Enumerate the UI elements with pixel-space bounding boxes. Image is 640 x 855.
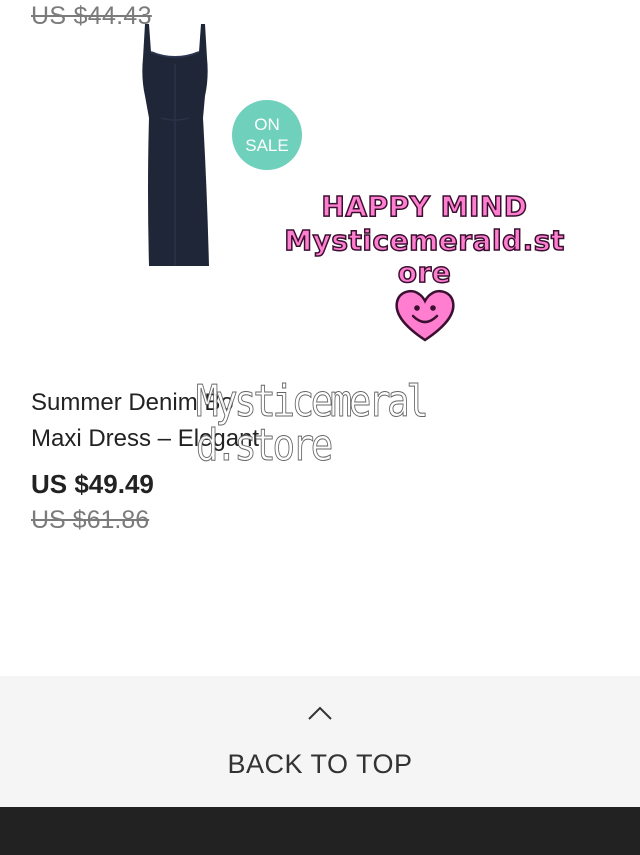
watermark-overlay-line-2: d.store <box>196 420 334 471</box>
watermark-logo: HAPPY MIND Mysticemerald.st ore <box>252 189 597 342</box>
watermark-line-2: Mysticemerald.st <box>283 223 565 258</box>
badge-line-on: ON <box>254 115 280 134</box>
product-list-page: US $44.43 ON SALE HAPPY MIND Mysticemera… <box>0 0 640 855</box>
back-to-top-label[interactable]: BACK TO TOP <box>0 748 640 780</box>
badge-line-sale: SALE <box>245 136 289 155</box>
watermark-line-3: ore <box>397 256 452 289</box>
watermark-overlay-text: Mysticemeral d.store <box>196 376 430 471</box>
product-current-price: US $49.49 <box>31 469 154 499</box>
footer-bar <box>0 807 640 855</box>
product-original-price: US $61.86 <box>31 506 150 534</box>
watermark-overlay-line-1: Mysticemeral <box>196 376 430 427</box>
on-sale-badge: ON SALE <box>232 100 302 170</box>
navy-maxi-dress-image[interactable] <box>125 18 225 268</box>
smiley-heart-icon <box>394 290 455 342</box>
watermark-line-1: HAPPY MIND <box>321 189 528 224</box>
back-to-top-button[interactable] <box>0 676 640 807</box>
chevron-up-icon[interactable] <box>307 705 333 721</box>
